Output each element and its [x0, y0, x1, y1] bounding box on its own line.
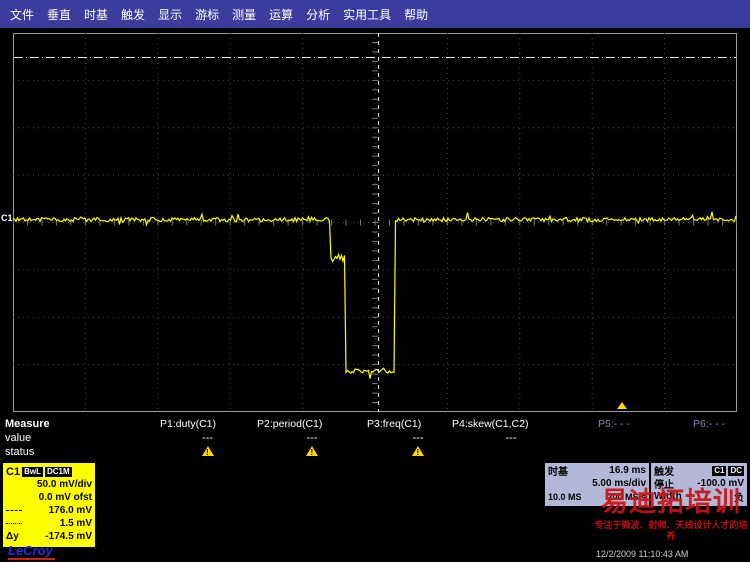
delta-value: -174.5 mV [45, 531, 92, 542]
scope-display: C1 [0, 28, 750, 418]
trigger-type: Width [654, 491, 682, 502]
watermark-subtitle: 专注于微波、射频、天线设计人才的培养 [593, 520, 749, 542]
p6-value [693, 432, 747, 446]
cursor-ref-value: 1.5 mV [60, 518, 92, 529]
p6-label[interactable]: P6:- - - [693, 418, 747, 432]
channel-zero-marker[interactable]: C1 [1, 213, 13, 223]
trigger-position-marker-icon[interactable] [617, 402, 627, 409]
p2-warning-icon [306, 446, 318, 456]
trigger-mode: 停止 [654, 476, 674, 491]
measure-title: Measure [5, 418, 50, 430]
waveform-graticule [13, 33, 737, 412]
measure-status-label: status [5, 446, 34, 458]
cursor-abs-line-icon [6, 510, 22, 511]
timebase-scale: 5.00 ms/div [592, 478, 646, 489]
p2-value: --- [257, 432, 367, 446]
delta-label: Δy [6, 531, 19, 542]
menu-help[interactable]: 帮助 [404, 6, 428, 23]
channel-scale: 50.0 mV/div [37, 479, 92, 490]
p4-value: --- [452, 432, 570, 446]
p5-value [598, 432, 660, 446]
trigger-coupling-badge: DC [728, 466, 744, 476]
menu-math[interactable]: 运算 [269, 6, 293, 23]
trigger-source-badge: C1 [712, 466, 726, 476]
measure-col-p4: P4:skew(C1,C2) --- [452, 418, 570, 460]
measure-col-p2: P2:period(C1) --- [257, 418, 367, 460]
coupling-badge: DC1M [45, 467, 72, 477]
menu-file[interactable]: 文件 [10, 6, 34, 23]
trigger-level: -100.0 mV [697, 478, 744, 489]
p1-value: --- [160, 432, 255, 446]
menu-cursors[interactable]: 游标 [195, 6, 219, 23]
datetime-display: 12/2/2009 11:10:43 AM [596, 549, 688, 559]
horizontal-cursor-line[interactable] [14, 57, 736, 58]
timebase-title: 时基 [548, 463, 568, 478]
menu-bar: 文件 垂直 时基 触发 显示 游标 测量 运算 分析 实用工具 帮助 [0, 0, 750, 28]
vertical-cursor-line[interactable] [378, 33, 379, 412]
menu-trigger[interactable]: 触发 [121, 6, 145, 23]
p3-warning-icon [412, 446, 424, 456]
timebase-descriptor[interactable]: 时基 16.9 ms 5.00 ms/div 10.0 MS 200 MS/s [545, 463, 649, 506]
p1-warning-icon [202, 446, 214, 456]
oscilloscope-screen: 文件 垂直 时基 触发 显示 游标 测量 运算 分析 实用工具 帮助 C1 Me… [0, 0, 750, 562]
p5-label[interactable]: P5:- - - [598, 418, 660, 432]
timebase-delay: 16.9 ms [609, 465, 646, 476]
menu-measure[interactable]: 测量 [232, 6, 256, 23]
measure-value-label: value [5, 432, 31, 444]
channel-name: C1 [6, 466, 20, 478]
bandwidth-limit-badge: BwL [22, 467, 43, 477]
measure-col-p1: P1:duty(C1) --- [160, 418, 255, 460]
trigger-polarity: 负 [734, 489, 744, 504]
trigger-descriptor[interactable]: 触发 C1 DC 停止 -100.0 mV Width 负 [651, 463, 747, 506]
menu-timebase[interactable]: 时基 [84, 6, 108, 23]
cursor-abs-value: 176.0 mV [49, 505, 92, 516]
channel-offset: 0.0 mV ofst [39, 492, 92, 503]
measure-col-p5: P5:- - - [598, 418, 660, 460]
timebase-samples: 10.0 MS [548, 492, 582, 502]
p4-label[interactable]: P4:skew(C1,C2) [452, 418, 570, 432]
lecroy-logo: LeCroy [8, 543, 55, 560]
measure-panel: Measure value status P1:duty(C1) --- P2:… [0, 418, 750, 464]
measure-col-p6: P6:- - - [693, 418, 747, 460]
menu-display[interactable]: 显示 [158, 6, 182, 23]
menu-analysis[interactable]: 分析 [306, 6, 330, 23]
cursor-ref-line-icon [6, 523, 22, 524]
channel-c1-descriptor[interactable]: C1 BwL DC1M 50.0 mV/div 0.0 mV ofst 176.… [3, 463, 95, 547]
menu-vertical[interactable]: 垂直 [47, 6, 71, 23]
p1-label[interactable]: P1:duty(C1) [160, 418, 255, 432]
timebase-rate: 200 MS/s [607, 492, 646, 502]
menu-utilities[interactable]: 实用工具 [343, 6, 391, 23]
p2-label[interactable]: P2:period(C1) [257, 418, 367, 432]
